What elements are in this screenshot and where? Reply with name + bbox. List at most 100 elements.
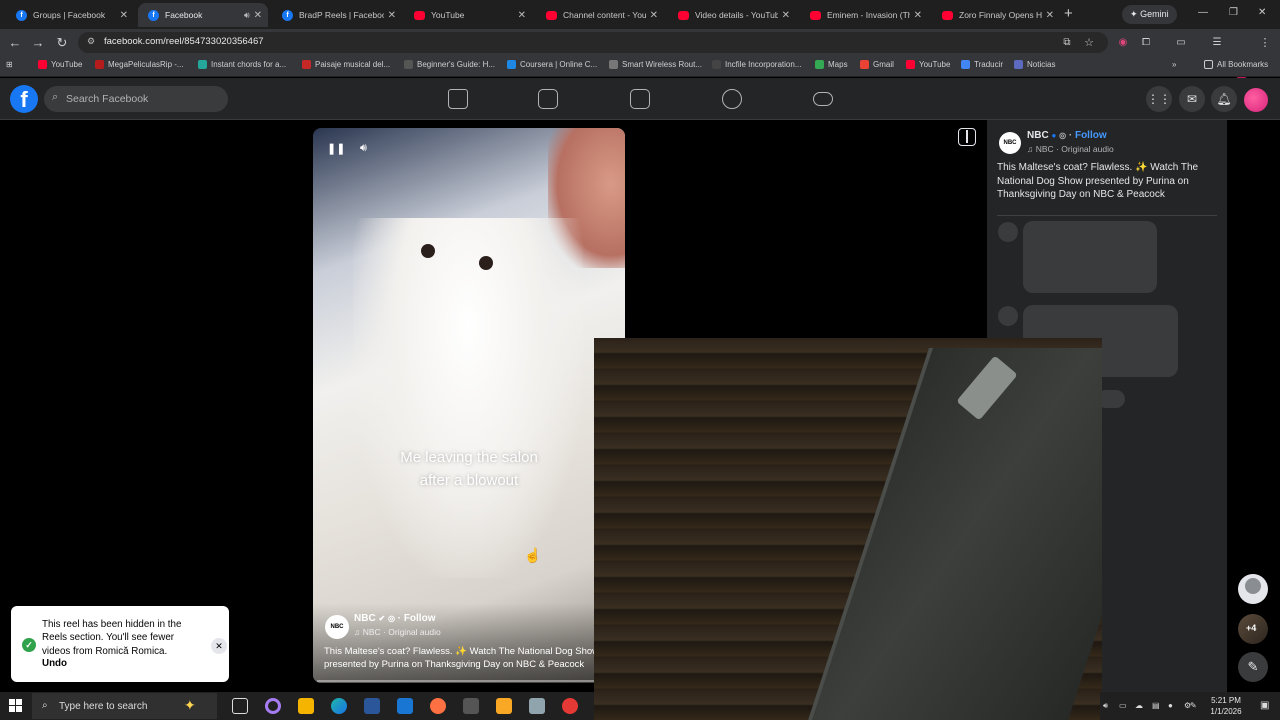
bookmark-item[interactable]: Maps bbox=[815, 60, 848, 69]
notifications-icon[interactable]: ▣ bbox=[1260, 700, 1269, 711]
tab-eminem[interactable]: Eminem - Invasion (The ✕ bbox=[800, 3, 928, 27]
app-icon[interactable] bbox=[397, 698, 413, 714]
close-icon[interactable]: ✕ bbox=[1046, 10, 1054, 21]
tab-youtube[interactable]: YouTube ✕ bbox=[404, 3, 532, 27]
reel-video-player[interactable]: ❚❚ 🔊︎ Me leaving the salon after a blowo… bbox=[313, 128, 625, 683]
task-view-icon[interactable] bbox=[232, 698, 248, 714]
volume-icon[interactable]: 🔊︎ bbox=[360, 142, 367, 155]
tab-groups-facebook[interactable]: f Groups | Facebook ✕ bbox=[6, 3, 134, 27]
close-icon[interactable]: ✕ bbox=[388, 10, 396, 21]
author-name[interactable]: NBC bbox=[1027, 130, 1049, 141]
app-icon[interactable] bbox=[364, 698, 380, 714]
contacts-stack-button[interactable]: +4 bbox=[1238, 614, 1268, 644]
media-player-icon[interactable] bbox=[298, 698, 314, 714]
bookmark-item[interactable]: Incfile Incorporation... bbox=[712, 60, 801, 69]
windows-start-icon[interactable] bbox=[9, 699, 23, 713]
groups-icon[interactable] bbox=[722, 89, 742, 109]
site-info-icon[interactable]: ⚙ bbox=[87, 36, 95, 47]
pause-icon[interactable]: ❚❚ bbox=[327, 142, 345, 155]
volume-icon[interactable]: 🔊︎ bbox=[1103, 701, 1108, 711]
more-bookmarks-icon[interactable]: » bbox=[1172, 60, 1176, 69]
extensions-icon[interactable]: ⧠ bbox=[1137, 34, 1155, 52]
edge-icon[interactable] bbox=[331, 698, 347, 714]
close-icon[interactable]: ✕ bbox=[782, 10, 790, 21]
back-button[interactable]: ← bbox=[6, 34, 24, 52]
cloud-icon[interactable]: ☁ bbox=[1135, 701, 1143, 710]
follow-button[interactable]: Follow bbox=[404, 613, 436, 624]
video-icon[interactable] bbox=[538, 89, 558, 109]
reading-list-icon[interactable]: ☰ bbox=[1208, 34, 1226, 52]
install-app-icon[interactable]: ⧉ bbox=[1058, 34, 1076, 52]
reel-audio[interactable]: ♫ NBC · Original audio bbox=[354, 627, 441, 637]
app-icon[interactable] bbox=[430, 698, 446, 714]
close-icon[interactable]: ✕ bbox=[914, 10, 922, 21]
window-close-button[interactable]: ✕ bbox=[1258, 7, 1266, 18]
nbc-avatar[interactable]: NBC bbox=[999, 132, 1021, 154]
close-icon[interactable]: ✕ bbox=[254, 10, 262, 21]
all-bookmarks-button[interactable]: All Bookmarks bbox=[1204, 60, 1268, 69]
close-icon[interactable]: ✕ bbox=[518, 10, 526, 21]
apps-icon[interactable]: ⊞ bbox=[6, 60, 13, 69]
author-name[interactable]: NBC bbox=[354, 613, 376, 624]
facebook-logo[interactable]: f bbox=[10, 85, 38, 113]
bookmark-star-icon[interactable]: ☆ bbox=[1080, 34, 1098, 52]
bookmark-item[interactable]: Paisaje musical del... bbox=[302, 60, 390, 69]
panel-audio[interactable]: ♫ NBC · Original audio bbox=[1027, 144, 1114, 154]
system-clock[interactable]: 5:21 PM 1/1/2026 bbox=[1204, 695, 1248, 717]
bookmark-item[interactable]: Traducir bbox=[961, 60, 1003, 69]
close-icon[interactable]: ✕ bbox=[650, 10, 658, 21]
bookmark-item[interactable]: Instant chords for a... bbox=[198, 60, 286, 69]
toggle-panel-icon[interactable] bbox=[958, 128, 976, 146]
taskbar-search-input[interactable]: ⌕ Type here to search ✦ bbox=[32, 693, 217, 719]
nbc-avatar[interactable]: NBC bbox=[325, 615, 349, 639]
search-input[interactable]: ⌕ Search Facebook bbox=[44, 86, 228, 112]
bookmark-item[interactable]: Beginner's Guide: H... bbox=[404, 60, 495, 69]
tray-icon[interactable]: ▭ bbox=[1119, 701, 1127, 710]
app-icon[interactable] bbox=[529, 698, 545, 714]
bookmark-item[interactable]: Coursera | Online C... bbox=[507, 60, 597, 69]
gaming-icon[interactable] bbox=[813, 92, 833, 106]
home-icon[interactable] bbox=[448, 89, 468, 109]
profile-avatar-button[interactable] bbox=[1238, 574, 1268, 604]
reel-progress-bar[interactable] bbox=[317, 680, 621, 682]
extension-icon[interactable]: ◉ bbox=[1114, 34, 1132, 52]
bookmark-item[interactable]: MegaPeliculasRip -... bbox=[95, 60, 184, 69]
bookmark-item[interactable]: YouTube bbox=[38, 60, 82, 69]
forward-button[interactable]: → bbox=[29, 34, 47, 52]
tab-video-details[interactable]: Video details - YouTube ✕ bbox=[668, 3, 796, 27]
bookmark-item[interactable]: YouTube bbox=[906, 60, 950, 69]
gemini-button[interactable]: ✦ Gemini bbox=[1122, 5, 1177, 24]
tab-zoro[interactable]: Zoro Finnaly Opens His ✕ bbox=[932, 3, 1060, 27]
address-bar[interactable]: ⚙ facebook.com/reel/854733020356467 bbox=[78, 32, 1108, 53]
network-icon[interactable]: ▤ bbox=[1152, 701, 1160, 710]
microphone-icon[interactable]: ● bbox=[1168, 701, 1173, 710]
bookmark-item[interactable]: Noticias bbox=[1014, 60, 1055, 69]
tab-channel-content[interactable]: Channel content - YouT ✕ bbox=[536, 3, 664, 27]
app-icon[interactable] bbox=[463, 698, 479, 714]
file-explorer-icon[interactable] bbox=[496, 698, 512, 714]
pen-icon[interactable]: ✎ bbox=[1190, 701, 1197, 710]
follow-button[interactable]: Follow bbox=[1075, 130, 1107, 141]
close-icon[interactable]: ✕ bbox=[120, 10, 128, 21]
bookmark-item[interactable]: Smart Wireless Rout... bbox=[609, 60, 702, 69]
speaker-icon[interactable]: 🔊︎ bbox=[244, 10, 250, 21]
marketplace-icon[interactable] bbox=[630, 89, 650, 109]
tab-bradp-reels[interactable]: f BradP Reels | Facebook ✕ bbox=[272, 3, 402, 27]
minimize-button[interactable]: — bbox=[1198, 7, 1208, 18]
new-message-icon[interactable]: ✎ bbox=[1238, 652, 1268, 682]
tab-facebook[interactable]: f Facebook 🔊︎ ✕ bbox=[138, 3, 268, 27]
account-avatar[interactable] bbox=[1242, 86, 1270, 114]
notifications-bell-icon[interactable]: 🔔︎ bbox=[1211, 86, 1237, 112]
new-tab-button[interactable]: + bbox=[1064, 5, 1073, 22]
cortana-icon[interactable] bbox=[265, 698, 281, 714]
bookmark-item[interactable]: Gmail bbox=[860, 60, 894, 69]
chrome-menu-icon[interactable]: ⋮ bbox=[1256, 34, 1274, 52]
app-icon[interactable] bbox=[562, 698, 578, 714]
reload-button[interactable]: ↻ bbox=[53, 34, 71, 52]
restore-button[interactable]: ❐ bbox=[1229, 7, 1238, 18]
close-icon[interactable]: ✕ bbox=[211, 638, 227, 654]
media-control-icon[interactable]: ▭ bbox=[1172, 34, 1190, 52]
messenger-icon[interactable]: ✉ bbox=[1179, 86, 1205, 112]
menu-grid-icon[interactable]: ⋮⋮ bbox=[1146, 86, 1172, 112]
picture-in-picture-video[interactable] bbox=[594, 338, 1102, 720]
